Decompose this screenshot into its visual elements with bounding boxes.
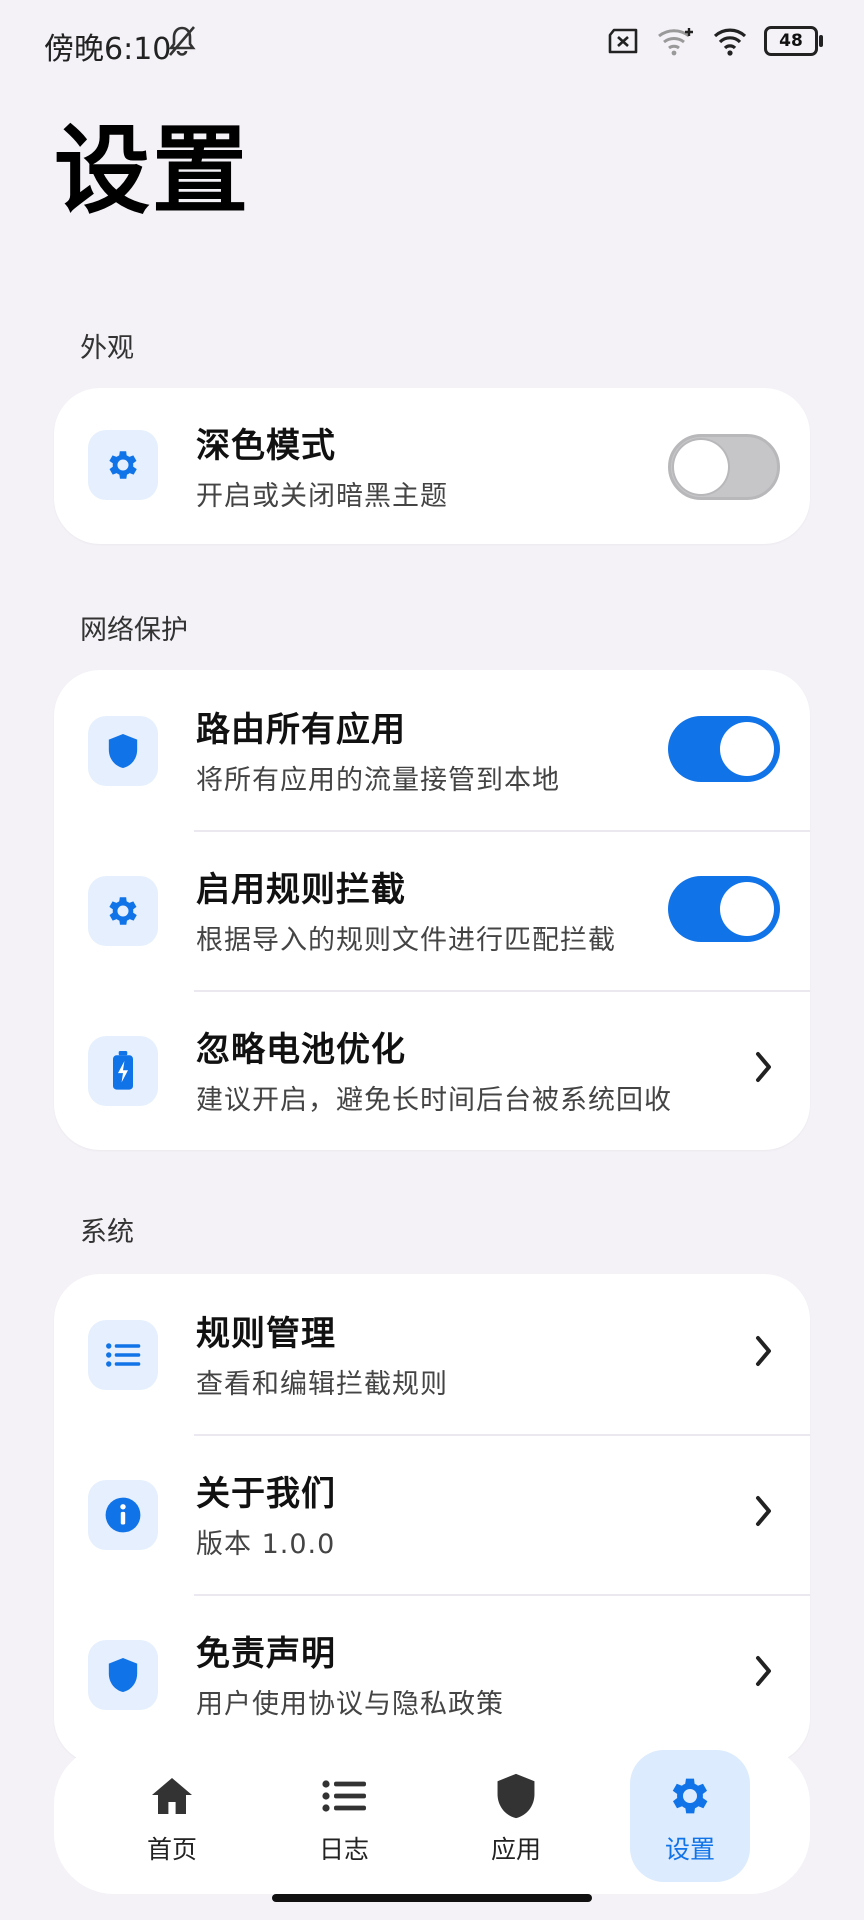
row-title: 启用规则拦截 xyxy=(196,870,406,910)
shield-icon xyxy=(497,1773,535,1819)
network-card: 路由所有应用 将所有应用的流量接管到本地 启用规则拦截 根据导入的规则文件进行匹… xyxy=(54,670,810,1150)
rule-blocking-row[interactable]: 启用规则拦截 根据导入的规则文件进行匹配拦截 xyxy=(54,830,810,990)
nav-home[interactable]: 首页 xyxy=(112,1744,232,1878)
row-subtitle: 版本 1.0.0 xyxy=(196,1529,336,1560)
dark-mode-toggle[interactable] xyxy=(668,434,780,500)
row-subtitle: 查看和编辑拦截规则 xyxy=(196,1369,448,1400)
status-icons: 48 xyxy=(606,26,823,56)
chevron-right-icon xyxy=(756,1656,771,1686)
about-us-row[interactable]: 关于我们 版本 1.0.0 xyxy=(54,1434,810,1594)
nav-apps[interactable]: 应用 xyxy=(456,1744,576,1878)
appearance-card: 深色模式 开启或关闭暗黑主题 xyxy=(54,388,810,544)
status-time: 傍晚6:10 xyxy=(44,32,172,67)
status-bar: 傍晚6:10 48 xyxy=(0,0,864,84)
route-all-apps-row[interactable]: 路由所有应用 将所有应用的流量接管到本地 xyxy=(54,670,810,830)
row-title: 规则管理 xyxy=(196,1314,336,1354)
list-icon xyxy=(322,1780,366,1812)
gear-icon xyxy=(88,430,158,500)
battery-icon: 48 xyxy=(764,26,823,56)
nav-label: 设置 xyxy=(664,1835,715,1864)
chevron-right-icon xyxy=(756,1496,771,1526)
row-subtitle: 用户使用协议与隐私政策 xyxy=(196,1689,504,1720)
section-title-appearance: 外观 xyxy=(80,333,134,364)
nav-settings[interactable]: 设置 xyxy=(630,1750,750,1882)
dark-mode-row[interactable]: 深色模式 开启或关闭暗黑主题 xyxy=(54,388,810,544)
gear-icon xyxy=(88,876,158,946)
section-title-system: 系统 xyxy=(80,1217,134,1248)
section-title-network: 网络保护 xyxy=(80,615,188,646)
chevron-right-icon xyxy=(756,1052,771,1082)
rule-blocking-toggle[interactable] xyxy=(668,876,780,942)
page-title: 设置 xyxy=(54,115,250,227)
row-title: 关于我们 xyxy=(196,1474,336,1514)
row-title: 免责声明 xyxy=(196,1634,336,1674)
nav-label: 应用 xyxy=(490,1835,541,1864)
battery-optimization-row[interactable]: 忽略电池优化 建议开启，避免长时间后台被系统回收 xyxy=(54,990,810,1150)
system-card: 规则管理 查看和编辑拦截规则 关于我们 版本 1.0.0 免责声明 用户使用协议… xyxy=(54,1274,810,1764)
row-title: 路由所有应用 xyxy=(196,710,406,750)
no-sim-icon xyxy=(608,28,638,54)
row-subtitle: 根据导入的规则文件进行匹配拦截 xyxy=(196,925,616,956)
wifi-icon xyxy=(713,28,747,56)
gear-icon xyxy=(672,1778,708,1814)
nav-label: 日志 xyxy=(318,1835,369,1864)
bell-muted-icon xyxy=(168,26,196,56)
chevron-right-icon xyxy=(756,1336,771,1366)
home-indicator[interactable] xyxy=(272,1894,592,1902)
nav-label: 首页 xyxy=(146,1835,197,1864)
list-icon xyxy=(88,1320,158,1390)
bottom-nav: 首页 日志 应用 设置 xyxy=(54,1744,810,1894)
row-title: 深色模式 xyxy=(196,426,336,466)
shield-icon xyxy=(88,1640,158,1710)
row-subtitle: 建议开启，避免长时间后台被系统回收 xyxy=(196,1085,672,1116)
row-title: 忽略电池优化 xyxy=(196,1030,406,1070)
info-icon xyxy=(88,1480,158,1550)
rule-management-row[interactable]: 规则管理 查看和编辑拦截规则 xyxy=(54,1274,810,1434)
battery-charging-icon xyxy=(88,1036,158,1106)
wifi-plus-icon xyxy=(658,28,693,56)
row-subtitle: 将所有应用的流量接管到本地 xyxy=(196,765,560,796)
shield-icon xyxy=(88,716,158,786)
disclaimer-row[interactable]: 免责声明 用户使用协议与隐私政策 xyxy=(54,1594,810,1754)
nav-logs[interactable]: 日志 xyxy=(284,1744,404,1878)
row-subtitle: 开启或关闭暗黑主题 xyxy=(196,481,448,512)
route-all-apps-toggle[interactable] xyxy=(668,716,780,782)
home-icon xyxy=(152,1778,192,1814)
